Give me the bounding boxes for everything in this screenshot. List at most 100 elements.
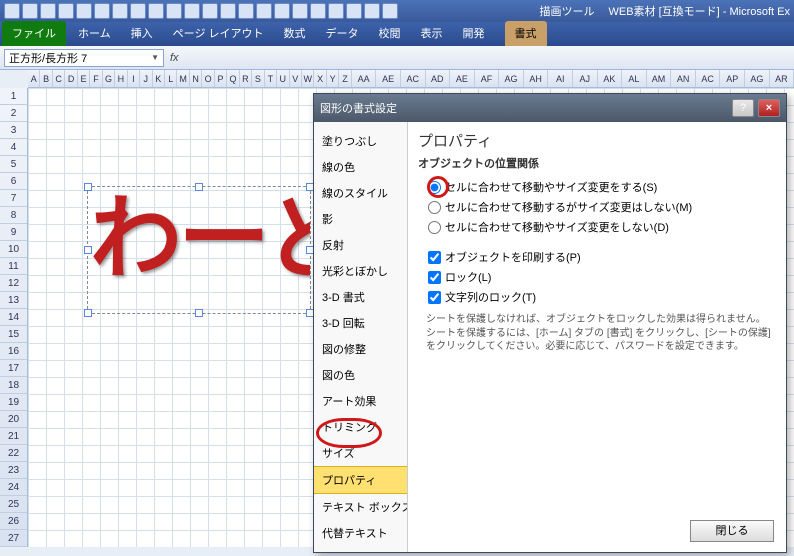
resize-handle[interactable] — [84, 309, 92, 317]
qat-icon[interactable] — [130, 3, 146, 19]
column-header[interactable]: AJ — [573, 70, 598, 87]
column-header[interactable]: O — [202, 70, 214, 87]
tab-data[interactable]: データ — [316, 21, 369, 46]
nav-item-7[interactable]: 3-D 回転 — [314, 310, 407, 336]
nav-item-13[interactable]: プロパティ — [314, 466, 407, 494]
qat-icon[interactable] — [40, 3, 56, 19]
column-header[interactable]: R — [240, 70, 252, 87]
column-header[interactable]: W — [302, 70, 314, 87]
column-header[interactable]: A — [28, 70, 40, 87]
column-header[interactable]: D — [65, 70, 77, 87]
resize-handle[interactable] — [84, 183, 92, 191]
column-header[interactable]: AH — [524, 70, 549, 87]
row-header[interactable]: 7 — [0, 190, 27, 207]
row-header[interactable]: 27 — [0, 530, 27, 547]
qat-icon[interactable] — [202, 3, 218, 19]
dialog-titlebar[interactable]: 図形の書式設定 ? × — [314, 94, 786, 122]
column-header[interactable]: Z — [339, 70, 351, 87]
nav-item-12[interactable]: サイズ — [314, 440, 407, 466]
position-radio-0[interactable] — [428, 181, 441, 194]
row-header[interactable]: 19 — [0, 394, 27, 411]
row-header[interactable]: 22 — [0, 445, 27, 462]
row-header[interactable]: 6 — [0, 173, 27, 190]
qat-icon[interactable] — [184, 3, 200, 19]
resize-handle[interactable] — [195, 309, 203, 317]
resize-handle[interactable] — [195, 183, 203, 191]
qat-icon[interactable] — [382, 3, 398, 19]
column-header[interactable]: AK — [598, 70, 623, 87]
column-header[interactable]: T — [265, 70, 277, 87]
column-header[interactable]: AC — [401, 70, 426, 87]
column-header[interactable]: AC — [696, 70, 721, 87]
nav-item-15[interactable]: 代替テキスト — [314, 520, 407, 546]
qat-icon[interactable] — [220, 3, 236, 19]
close-button[interactable]: 閉じる — [690, 520, 774, 542]
column-header[interactable]: Y — [327, 70, 339, 87]
selected-shape[interactable]: わーど — [87, 186, 311, 314]
resize-handle[interactable] — [84, 246, 92, 254]
row-header[interactable]: 8 — [0, 207, 27, 224]
row-header[interactable]: 16 — [0, 343, 27, 360]
chevron-down-icon[interactable]: ▼ — [151, 53, 159, 62]
row-header[interactable]: 26 — [0, 513, 27, 530]
column-header[interactable]: H — [115, 70, 127, 87]
checkbox-2[interactable] — [428, 291, 441, 304]
row-header[interactable]: 18 — [0, 377, 27, 394]
column-header[interactable]: V — [290, 70, 302, 87]
column-header[interactable]: AF — [475, 70, 500, 87]
tab-insert[interactable]: 挿入 — [121, 21, 163, 46]
position-radio-1[interactable] — [428, 201, 441, 214]
qat-icon[interactable] — [310, 3, 326, 19]
row-header[interactable]: 17 — [0, 360, 27, 377]
column-header[interactable]: P — [215, 70, 227, 87]
qat-icon[interactable] — [292, 3, 308, 19]
nav-item-6[interactable]: 3-D 書式 — [314, 284, 407, 310]
fx-label[interactable]: fx — [170, 52, 179, 64]
tab-view[interactable]: 表示 — [411, 21, 453, 46]
column-header[interactable]: AE — [376, 70, 401, 87]
column-header[interactable]: J — [140, 70, 152, 87]
column-header[interactable]: B — [40, 70, 52, 87]
row-header[interactable]: 25 — [0, 496, 27, 513]
column-header[interactable]: F — [90, 70, 102, 87]
qat-icon[interactable] — [346, 3, 362, 19]
column-header[interactable]: U — [277, 70, 289, 87]
row-header[interactable]: 11 — [0, 258, 27, 275]
qat-icon[interactable] — [4, 3, 20, 19]
column-header[interactable]: AD — [426, 70, 451, 87]
row-header[interactable]: 5 — [0, 156, 27, 173]
nav-item-10[interactable]: アート効果 — [314, 388, 407, 414]
column-header[interactable]: M — [177, 70, 189, 87]
tab-format[interactable]: 書式 — [505, 21, 547, 46]
qat-icon[interactable] — [274, 3, 290, 19]
row-header[interactable]: 2 — [0, 105, 27, 122]
tab-developer[interactable]: 開発 — [453, 21, 495, 46]
column-header[interactable]: E — [78, 70, 90, 87]
row-header[interactable]: 4 — [0, 139, 27, 156]
qat-icon[interactable] — [76, 3, 92, 19]
tab-home[interactable]: ホーム — [68, 21, 121, 46]
checkbox-0[interactable] — [428, 251, 441, 264]
nav-item-8[interactable]: 図の修整 — [314, 336, 407, 362]
tab-formulas[interactable]: 数式 — [274, 21, 316, 46]
row-header[interactable]: 9 — [0, 224, 27, 241]
column-header[interactable]: AG — [745, 70, 770, 87]
tab-review[interactable]: 校閲 — [369, 21, 411, 46]
qat-icon[interactable] — [238, 3, 254, 19]
row-header[interactable]: 10 — [0, 241, 27, 258]
column-header[interactable]: Q — [227, 70, 239, 87]
help-button[interactable]: ? — [732, 99, 754, 117]
column-header[interactable]: AR — [770, 70, 794, 87]
qat-icon[interactable] — [364, 3, 380, 19]
column-header[interactable]: L — [165, 70, 177, 87]
position-radio-2[interactable] — [428, 221, 441, 234]
qat-icon[interactable] — [58, 3, 74, 19]
column-header[interactable]: X — [314, 70, 326, 87]
tab-file[interactable]: ファイル — [2, 21, 66, 46]
name-box[interactable]: 正方形/長方形 7 ▼ — [4, 49, 164, 67]
row-header[interactable]: 24 — [0, 479, 27, 496]
column-header[interactable]: S — [252, 70, 264, 87]
column-header[interactable]: AG — [499, 70, 524, 87]
nav-item-9[interactable]: 図の色 — [314, 362, 407, 388]
row-header[interactable]: 12 — [0, 275, 27, 292]
